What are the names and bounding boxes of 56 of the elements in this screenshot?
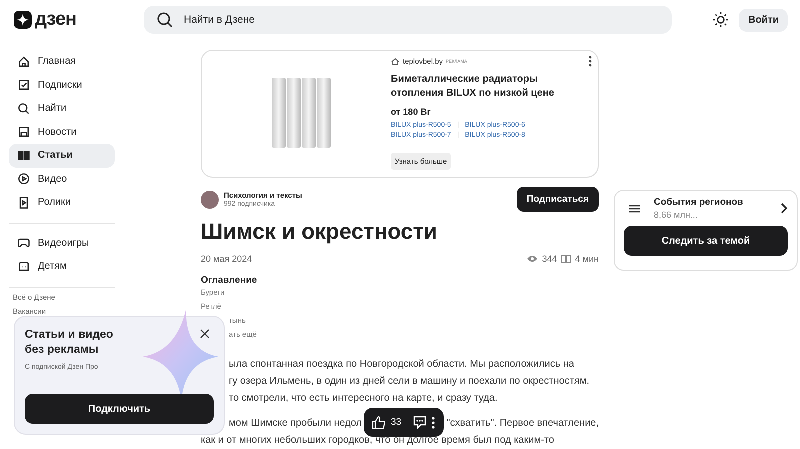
sidebar-item[interactable]: Видео (9, 168, 115, 191)
nav-icon (17, 54, 31, 69)
topic-count: 8,66 млн... (654, 210, 699, 220)
article-text: то смотрели, что есть интересного на карте, и сразу туда. (229, 392, 498, 406)
article-text: мом Шимске пробыли недол (229, 417, 362, 431)
sidebar-item[interactable]: Ролики (9, 191, 115, 214)
publish-date: 20 мая 2024 (201, 254, 252, 264)
comment-icon[interactable] (412, 416, 427, 429)
logo-icon (14, 11, 32, 29)
connect-button[interactable]: Подключить (25, 394, 214, 424)
nav-icon (17, 196, 31, 210)
house-icon (391, 58, 400, 66)
nav-icon (17, 102, 31, 116)
sidebar-item[interactable]: Новости (9, 120, 115, 144)
article-text: "схватить". Первое впечатление, (446, 417, 599, 431)
topic-title[interactable]: События регионов (654, 197, 767, 208)
like-count: 33 (391, 417, 402, 428)
sidebar-item[interactable]: Подписки (9, 74, 115, 97)
login-button[interactable]: Войти (739, 8, 788, 32)
more-icon[interactable] (432, 416, 435, 428)
nav-icon (17, 78, 31, 92)
search-icon (157, 12, 173, 28)
eye-icon (527, 255, 538, 263)
ad-price: от 180 Br (391, 107, 431, 117)
nav-icon (17, 125, 31, 140)
follow-topic-button[interactable]: Следить за темой (624, 226, 788, 256)
view-count: 344 (542, 254, 558, 264)
nav-icon (17, 148, 31, 163)
theme-sun-icon[interactable] (713, 12, 730, 28)
sidebar-item[interactable]: Детям (9, 255, 115, 278)
article-text: ыла спонтанная поездка по Новгородской области. Мы расположились на (229, 358, 574, 372)
nav-icon (17, 260, 31, 274)
sidebar-item[interactable]: Найти (9, 97, 115, 120)
search-field[interactable]: Найти в Дзене (144, 6, 672, 34)
article-text: гу озера Ильмень, в один из дней сели в машину и поехали по окрестностям. (229, 375, 590, 389)
article-title: Шимск и окрестности (201, 218, 438, 246)
close-icon[interactable] (200, 329, 210, 339)
thumbs-up-icon[interactable] (372, 416, 386, 430)
toc-heading: Оглавление (201, 275, 258, 286)
chevron-right-icon[interactable] (781, 203, 788, 214)
ad-title[interactable]: Биметаллические радиаторы отопления BILUX по низкой цене (391, 73, 561, 101)
logo-text[interactable]: дзен (35, 9, 77, 31)
radiator-photo-placeholder (272, 78, 331, 148)
book-icon (561, 254, 572, 264)
more-icon[interactable] (589, 56, 592, 67)
avatar[interactable] (201, 190, 219, 208)
subscribe-button[interactable]: Подписаться (516, 187, 599, 212)
sidebar-item[interactable]: Главная (9, 50, 115, 74)
menu-icon (629, 204, 640, 212)
nav-icon (17, 172, 31, 186)
nav-icon (17, 236, 31, 250)
read-time: 4 мин (575, 254, 599, 264)
sidebar-item[interactable]: Статьи (9, 144, 115, 168)
promo-title: Статьи и видео без рекламы (25, 328, 114, 358)
sidebar-item[interactable]: Видеоигры (9, 232, 115, 255)
article-text: как и от многих небольших городков, что он долгое время был под каким-то (201, 434, 554, 448)
